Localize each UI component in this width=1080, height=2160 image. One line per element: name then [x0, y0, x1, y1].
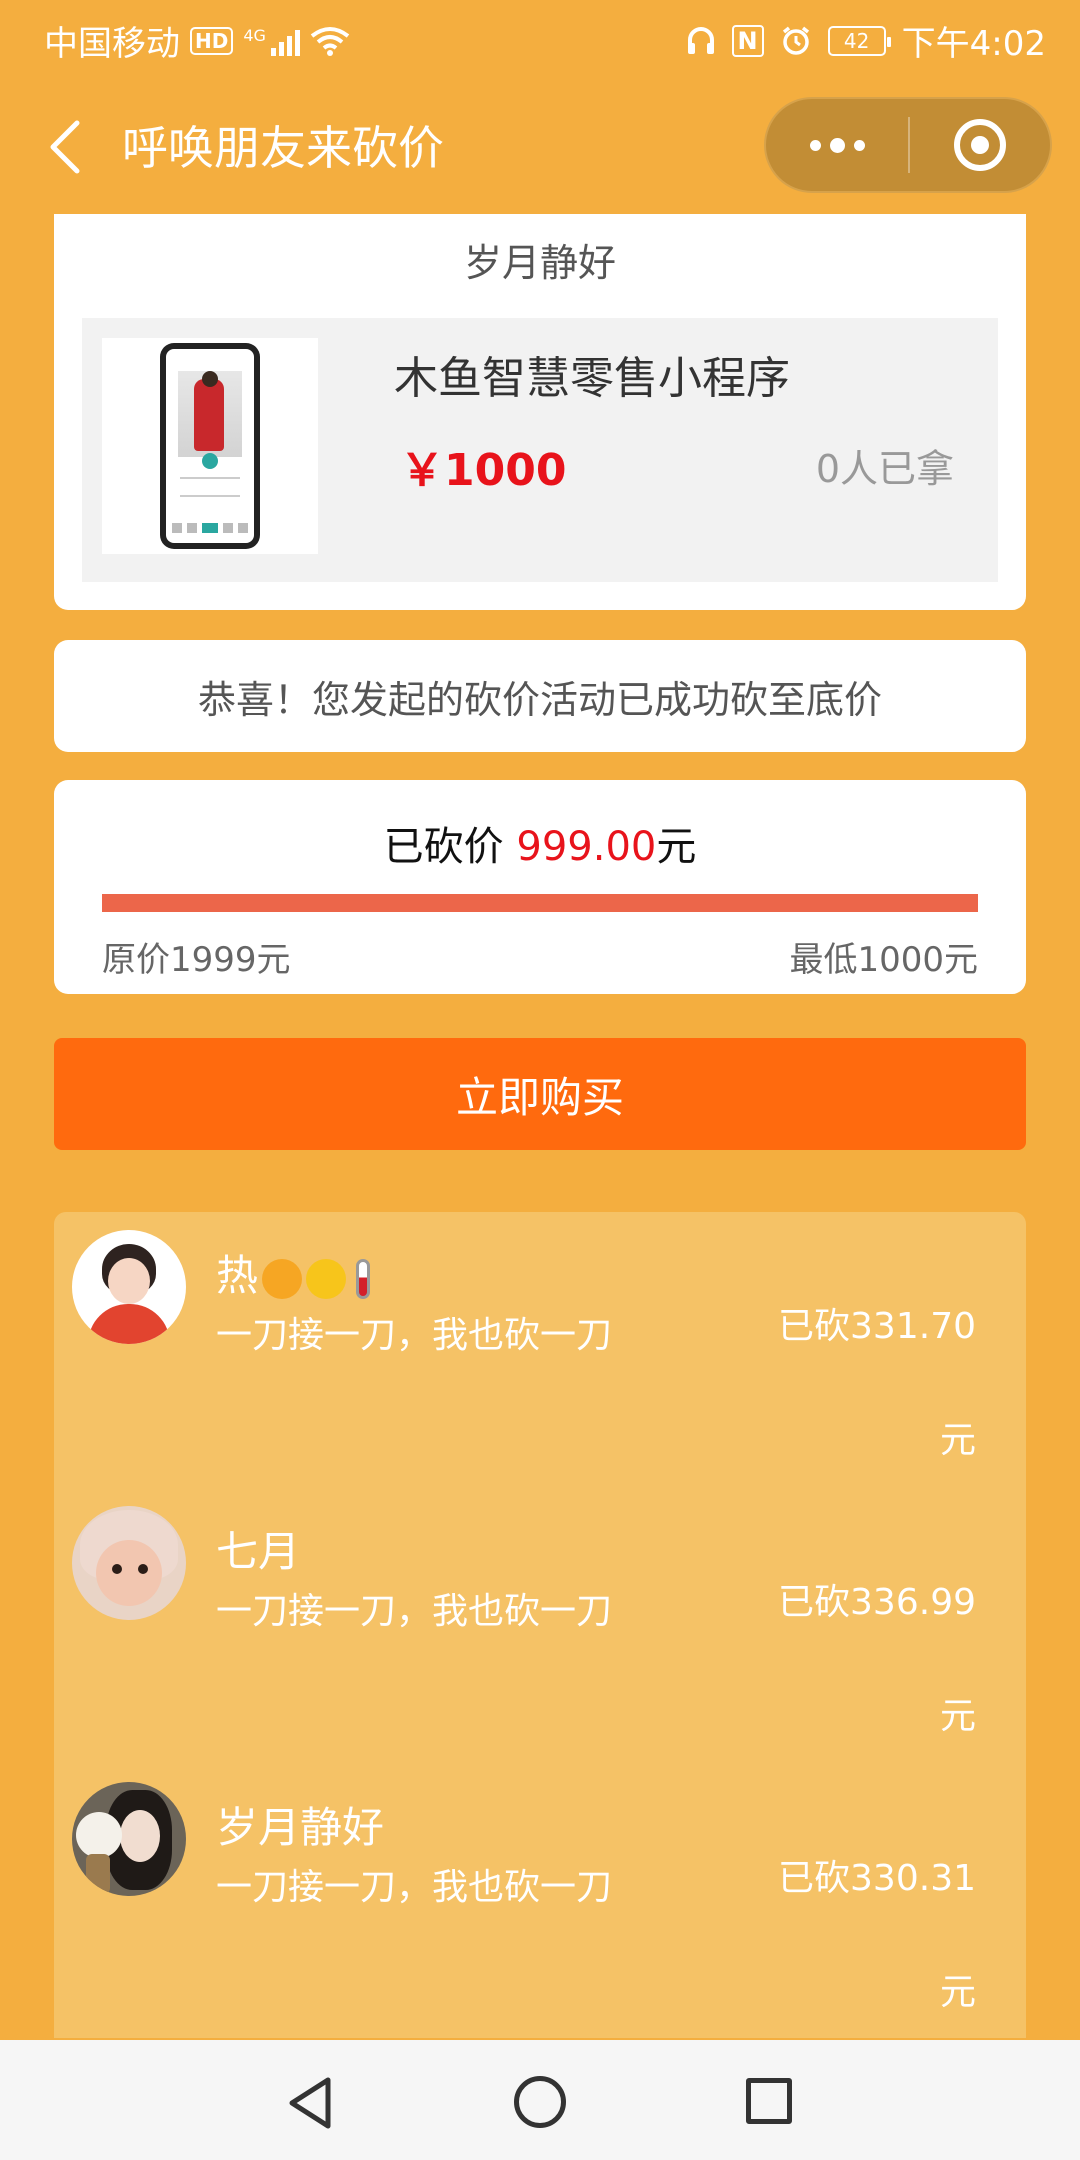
nfc-icon: N: [731, 24, 764, 57]
network-type: 4G: [243, 25, 266, 45]
chevron-left-icon: [50, 120, 80, 174]
battery-icon: 42: [827, 25, 891, 56]
status-time: 下午4:02: [901, 24, 1046, 64]
nav-back-icon[interactable]: [286, 2076, 334, 2130]
product-thumbnail: [102, 338, 318, 554]
status-right: N 42 下午4:02: [686, 16, 1046, 65]
buy-now-button[interactable]: 立即购买: [54, 1038, 1026, 1150]
avatar: [72, 1230, 186, 1344]
alarm-icon: [782, 26, 809, 55]
avatar: [72, 1782, 186, 1896]
progress-bar: [102, 894, 978, 912]
system-nav-bar: [0, 2040, 1080, 2160]
helper-comment: 一刀接一刀，我也砍一刀: [216, 1315, 613, 1356]
cut-label: 已砍价: [383, 824, 504, 870]
wifi-icon: [310, 26, 350, 56]
back-button[interactable]: [40, 112, 90, 182]
list-item: 岁月静好 一刀接一刀，我也砍一刀 已砍330.31元: [54, 1764, 1026, 2040]
nav-home-icon[interactable]: [514, 2076, 566, 2128]
taken-count: 0人已拿: [815, 447, 954, 491]
list-item: 热 一刀接一刀，我也砍一刀 已砍331.70元: [54, 1212, 1026, 1488]
page-title: 呼唤朋友来砍价: [122, 121, 444, 175]
product-name: 木鱼智慧零售小程序: [394, 353, 790, 404]
carrier-name: 中国移动: [44, 24, 180, 64]
helper-name: 七月: [216, 1527, 301, 1576]
avatar: [72, 1506, 186, 1620]
thermometer-icon: [356, 1258, 371, 1299]
signal-icon: 4G: [243, 26, 300, 56]
cut-unit: 元: [656, 824, 697, 870]
close-mini-program-button[interactable]: [910, 99, 1050, 191]
status-bar: 中国移动 HD 4G N 42 下午4:02: [0, 0, 1080, 76]
status-left: 中国移动 HD 4G: [44, 16, 350, 65]
owner-name: 岁月静好: [463, 241, 616, 285]
progress-fill: [102, 894, 978, 912]
headphones-icon: [687, 26, 714, 54]
helper-name-line: 热: [216, 1242, 371, 1303]
helpers-list: 热 一刀接一刀，我也砍一刀 已砍331.70元 七月 一刀接一刀，我也砍一刀 已…: [54, 1212, 1026, 2038]
list-item: 七月 一刀接一刀，我也砍一刀 已砍336.99元: [54, 1488, 1026, 1764]
more-dots-icon: [829, 137, 845, 153]
original-price: 原价1999元: [102, 940, 291, 980]
sun-face-icon: [306, 1258, 347, 1299]
more-button[interactable]: [766, 99, 908, 191]
helper-comment: 一刀接一刀，我也砍一刀: [216, 1867, 613, 1908]
target-close-icon: [953, 119, 1006, 171]
helper-amount: 已砍336.99元: [778, 1582, 976, 1737]
phone-mockup-image: [160, 343, 260, 549]
nav-bar: 呼唤朋友来砍价: [0, 88, 1080, 208]
cut-amount-line: 已砍价 999.00元: [54, 814, 1026, 872]
product-box[interactable]: 木鱼智慧零售小程序 ￥1000 0人已拿: [82, 318, 998, 582]
helper-name: 岁月静好: [216, 1803, 385, 1852]
helper-amount: 已砍330.31元: [778, 1858, 976, 2013]
product-price: ￥1000: [400, 445, 567, 496]
helper-name: 热: [216, 1251, 259, 1300]
nav-recent-icon[interactable]: [746, 2078, 792, 2124]
product-card: 岁月静好 木鱼智慧零售小程序 ￥1000 0人已拿: [54, 214, 1026, 610]
sun-icon: [262, 1258, 303, 1299]
minimum-price: 最低1000元: [789, 940, 978, 980]
helper-comment: 一刀接一刀，我也砍一刀: [216, 1591, 613, 1632]
success-message: 恭喜！您发起的砍价活动已成功砍至底价: [197, 677, 882, 722]
cut-amount: 999.00: [516, 824, 657, 870]
success-notice: 恭喜！您发起的砍价活动已成功砍至底价: [54, 640, 1026, 752]
helper-amount: 已砍331.70元: [778, 1306, 976, 1461]
hd-icon: HD: [190, 26, 234, 55]
mini-program-capsule: [764, 97, 1052, 193]
bargain-progress-card: 已砍价 999.00元 原价1999元 最低1000元: [54, 780, 1026, 994]
